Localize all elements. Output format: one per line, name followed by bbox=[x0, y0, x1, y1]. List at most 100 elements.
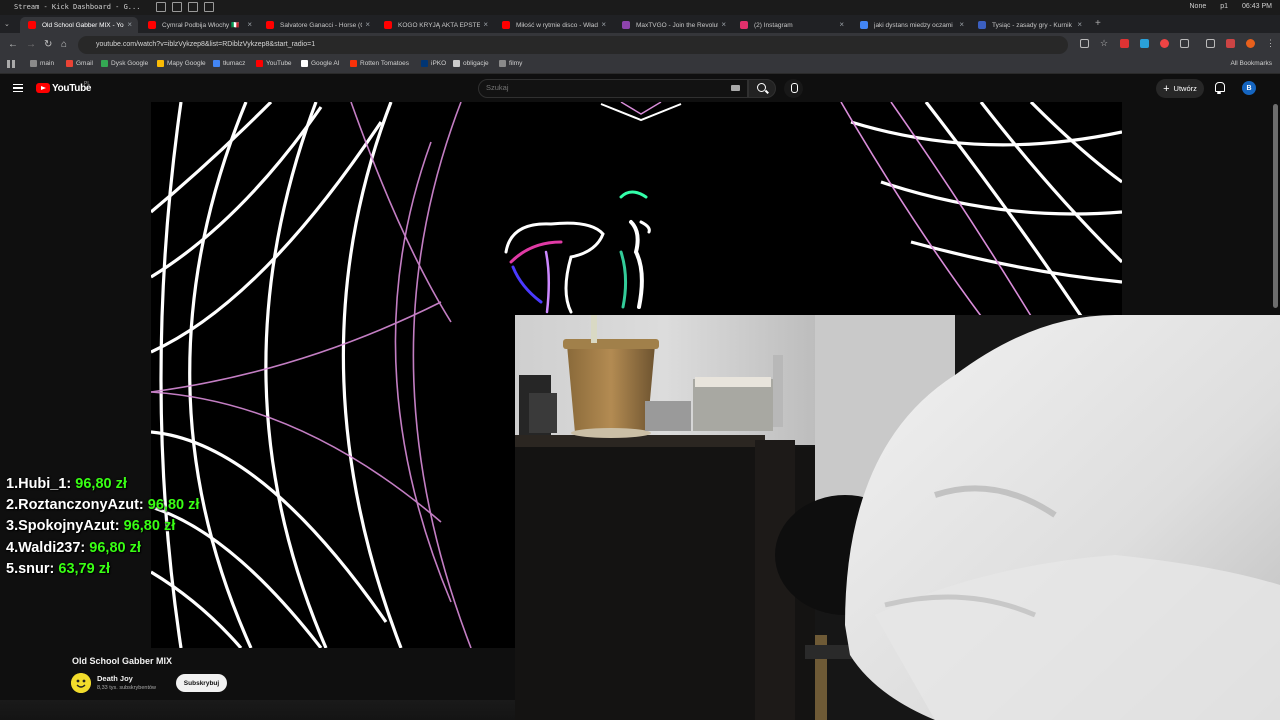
browser-tab[interactable]: Cymrał Podbija Włochy 🇮🇹 × bbox=[140, 17, 258, 33]
tab-favicon-icon bbox=[384, 21, 392, 29]
browser-tab[interactable]: Old School Gabber MIX - Yo × bbox=[20, 17, 138, 33]
tab-close-icon[interactable]: × bbox=[839, 20, 844, 29]
extension-icon[interactable] bbox=[1120, 39, 1129, 48]
browser-tab[interactable]: Miłość w rytmie disco - Wład × bbox=[494, 17, 612, 33]
keyboard-icon[interactable] bbox=[731, 85, 740, 91]
create-label: Utwórz bbox=[1173, 84, 1197, 93]
tab-close-icon[interactable]: × bbox=[601, 20, 606, 29]
bookmark-icon bbox=[157, 60, 164, 67]
bookmark-item[interactable]: Dysk Google bbox=[101, 60, 148, 67]
bookmark-icon bbox=[453, 60, 460, 67]
bookmark-icon bbox=[499, 60, 506, 67]
bookmark-item[interactable]: obligacje bbox=[453, 60, 489, 67]
youtube-logo-icon[interactable] bbox=[36, 83, 50, 93]
profile-icon[interactable] bbox=[1246, 39, 1255, 48]
extension-icon[interactable] bbox=[1160, 39, 1169, 48]
extension-icon[interactable] bbox=[1226, 39, 1235, 48]
leaderboard-amount: 96,80 zł bbox=[123, 518, 176, 535]
notifications-bell-icon[interactable] bbox=[1214, 82, 1225, 94]
tab-close-icon[interactable]: × bbox=[127, 20, 132, 29]
screen-icon[interactable] bbox=[188, 2, 198, 12]
tab-close-icon[interactable]: × bbox=[483, 20, 488, 29]
leaderboard-rank: 2. bbox=[6, 497, 19, 514]
tab-search-icon[interactable]: ⌄ bbox=[4, 20, 10, 28]
voice-search-button[interactable] bbox=[784, 79, 803, 98]
browser-tab[interactable]: jaki dystans miedzy oczami × bbox=[852, 17, 970, 33]
tab-close-icon[interactable]: × bbox=[721, 20, 726, 29]
screen-icon[interactable] bbox=[156, 2, 166, 12]
bookmark-label: filmy bbox=[509, 60, 523, 67]
tab-favicon-icon bbox=[860, 21, 868, 29]
url-text[interactable]: youtube.com/watch?v=iblzVykzep8&list=RDi… bbox=[96, 41, 315, 48]
sidebar-icon[interactable] bbox=[1206, 39, 1215, 48]
os-window-icons bbox=[156, 2, 214, 12]
forward-button[interactable]: → bbox=[26, 39, 36, 50]
bookmark-item[interactable]: tłumacz bbox=[213, 60, 245, 67]
bookmark-icon bbox=[301, 60, 308, 67]
menu-icon[interactable]: ⋮ bbox=[1266, 39, 1275, 48]
channel-avatar[interactable] bbox=[71, 673, 91, 693]
screen-icon[interactable] bbox=[204, 2, 214, 12]
leaderboard-rank: 3. bbox=[6, 518, 19, 535]
back-button[interactable]: ← bbox=[8, 39, 18, 50]
browser-tab[interactable]: KOGO KRYJĄ AKTA EPSTEIN × bbox=[376, 17, 494, 33]
tab-close-icon[interactable]: × bbox=[1077, 20, 1082, 29]
bookmark-item[interactable]: filmy bbox=[499, 60, 522, 67]
browser-tab[interactable]: (2) Instagram × bbox=[732, 17, 850, 33]
browser-tab[interactable]: Salvatore Ganacci - Horse (C × bbox=[258, 17, 376, 33]
menu-icon[interactable] bbox=[13, 84, 23, 92]
subscribe-button[interactable]: Subskrybuj bbox=[176, 674, 227, 692]
cast-icon[interactable] bbox=[1080, 39, 1089, 48]
scrollbar[interactable] bbox=[1273, 104, 1278, 308]
leaderboard-row: 2.RoztanczonyAzut: 96,80 zł bbox=[6, 495, 199, 516]
tab-label: KOGO KRYJĄ AKTA EPSTEIN bbox=[398, 21, 480, 29]
bookmark-item[interactable]: Mapy Google bbox=[157, 60, 206, 67]
extension-icon[interactable] bbox=[1140, 39, 1149, 48]
bookmark-icon bbox=[213, 60, 220, 67]
youtube-header: YouTube PL +Utwórz B bbox=[0, 75, 1280, 102]
bookmark-label: iPKO bbox=[431, 60, 447, 67]
tab-bar: ⌄ Old School Gabber MIX - Yo × Cymrał Podb… bbox=[0, 15, 1280, 33]
tab-close-icon[interactable]: × bbox=[247, 20, 252, 29]
bookmark-icon bbox=[256, 60, 263, 67]
subscriber-count: 8,33 tys. subskrybentów bbox=[97, 685, 157, 691]
star-icon[interactable]: ☆ bbox=[1100, 39, 1109, 48]
tab-close-icon[interactable]: × bbox=[365, 20, 370, 29]
country-code: PL bbox=[84, 81, 91, 87]
tab-close-icon[interactable]: × bbox=[959, 20, 964, 29]
bookmark-item[interactable]: Rotten Tomatoes bbox=[350, 60, 409, 67]
bookmark-label: Mapy Google bbox=[167, 60, 206, 67]
bookmark-item[interactable]: YouTube bbox=[256, 60, 292, 67]
all-bookmarks[interactable]: All Bookmarks bbox=[1230, 60, 1272, 67]
browser-tab[interactable]: Tysiąc - zasady gry - Kurnik × bbox=[970, 17, 1088, 33]
tab-label: jaki dystans miedzy oczami bbox=[874, 21, 953, 29]
bookmark-label: obligacje bbox=[463, 60, 489, 67]
apps-icon[interactable] bbox=[7, 60, 15, 68]
create-button[interactable]: + Utwórz bbox=[1156, 79, 1204, 98]
channel-name[interactable]: Death Joy bbox=[97, 674, 133, 683]
bookmark-item[interactable]: Gmail bbox=[66, 60, 93, 67]
bookmark-label: Gmail bbox=[76, 60, 93, 67]
bookmark-item[interactable]: iPKO bbox=[421, 60, 446, 67]
status-none: None bbox=[1189, 3, 1207, 10]
bookmark-label: Dysk Google bbox=[111, 60, 149, 67]
status-user: p1 bbox=[1220, 3, 1229, 10]
bookmark-icon bbox=[350, 60, 357, 67]
reload-button[interactable]: ↻ bbox=[44, 39, 52, 50]
leaderboard-rank: 5. bbox=[6, 560, 19, 577]
screen-icon[interactable] bbox=[172, 2, 182, 12]
tab-favicon-icon bbox=[28, 21, 36, 29]
home-button[interactable]: ⌂ bbox=[61, 39, 67, 50]
clock: 06:43 PM bbox=[1242, 3, 1272, 10]
new-tab-button[interactable]: + bbox=[1095, 18, 1101, 29]
search-button[interactable] bbox=[748, 79, 776, 98]
window-title: Stream - Kick Dashboard - G... bbox=[14, 3, 141, 11]
webcam-image bbox=[515, 315, 1280, 720]
bookmark-item[interactable]: main bbox=[30, 60, 54, 67]
extensions-puzzle-icon[interactable] bbox=[1180, 39, 1189, 48]
browser-tab[interactable]: MaxTVGO - Join the Revolut × bbox=[614, 17, 732, 33]
bookmark-item[interactable]: Google AI bbox=[301, 60, 340, 67]
search-input[interactable] bbox=[486, 83, 686, 92]
avatar[interactable]: B bbox=[1242, 81, 1256, 95]
tab-label: (2) Instagram bbox=[754, 21, 793, 29]
